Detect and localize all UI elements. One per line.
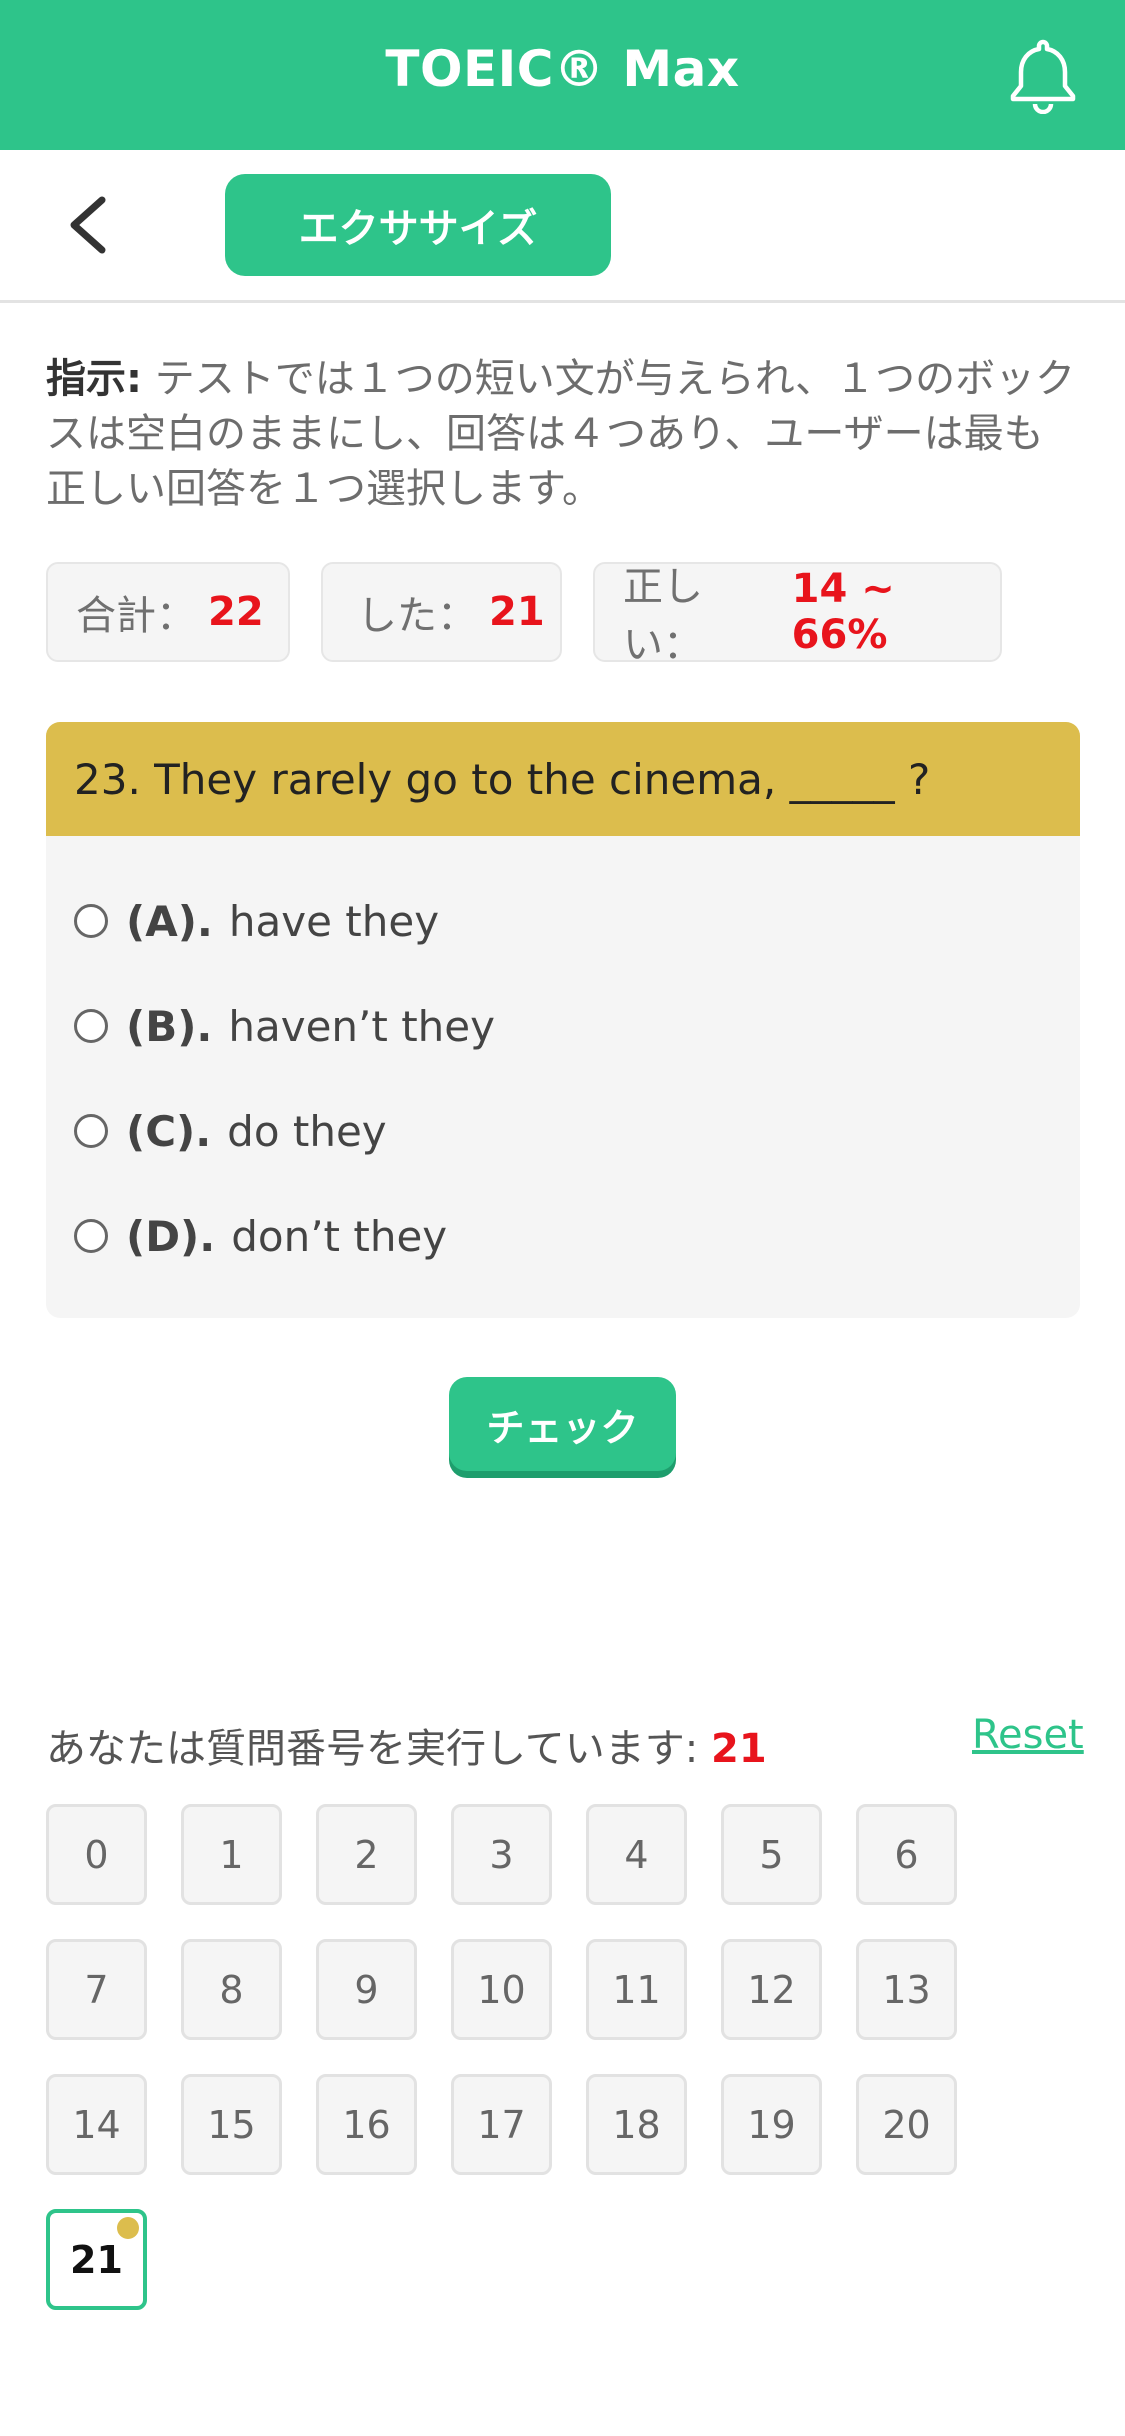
sub-navigation: エクササイズ: [0, 150, 1125, 303]
question-number-button[interactable]: 14: [46, 2074, 147, 2175]
progress-label: あなたは質問番号を実行しています:: [46, 1726, 711, 1772]
chevron-left-icon[interactable]: [62, 194, 114, 256]
question-number-label: 6: [894, 1832, 919, 1877]
instructions-text: テストでは１つの短い文が与えられ、１つのボックスは空白のままにし、回答は４つあり…: [46, 356, 1076, 512]
stat-label: 正しい：: [623, 564, 703, 668]
stat-label: 合計：: [76, 593, 196, 639]
option-text: don’t they: [231, 1211, 448, 1261]
question-number-label: 12: [747, 1967, 796, 2012]
question-number-button[interactable]: 6: [856, 1804, 957, 1905]
radio-button[interactable]: [74, 1114, 108, 1148]
radio-button[interactable]: [74, 904, 108, 938]
question-number-button[interactable]: 5: [721, 1804, 822, 1905]
question-number-button[interactable]: 1: [181, 1804, 282, 1905]
radio-button[interactable]: [74, 1009, 108, 1043]
radio-button[interactable]: [74, 1219, 108, 1253]
app-title: TOEIC® Max: [385, 40, 740, 98]
option-text: do they: [227, 1106, 387, 1156]
current-indicator-dot: [117, 2217, 139, 2239]
question-number-button[interactable]: 3: [451, 1804, 552, 1905]
option-c[interactable]: (C). do they: [74, 1096, 387, 1166]
bell-icon[interactable]: [1008, 38, 1078, 114]
question-number-button[interactable]: 4: [586, 1804, 687, 1905]
instructions: 指示: テストでは１つの短い文が与えられ、１つのボックスは空白のままにし、回答は…: [46, 352, 1076, 517]
option-a[interactable]: (A). have they: [74, 886, 439, 956]
question-number-label: 2: [354, 1832, 379, 1877]
question-number-button[interactable]: 17: [451, 2074, 552, 2175]
option-d[interactable]: (D). don’t they: [74, 1201, 447, 1271]
question-number-label: 21: [70, 2237, 123, 2282]
question-number-button[interactable]: 8: [181, 1939, 282, 2040]
question-number-label: 17: [477, 2102, 526, 2147]
question-number-button[interactable]: 15: [181, 2074, 282, 2175]
question-number-button[interactable]: 18: [586, 2074, 687, 2175]
option-letter: (B).: [126, 1001, 213, 1051]
question-text: 23. They rarely go to the cinema, _____ …: [46, 722, 1080, 836]
stat-value: 14 ~ 66%: [791, 566, 895, 658]
reset-link[interactable]: Reset: [972, 1712, 1084, 1758]
question-number-button[interactable]: 16: [316, 2074, 417, 2175]
question-number-button[interactable]: 19: [721, 2074, 822, 2175]
option-b[interactable]: (B). haven’t they: [74, 991, 495, 1061]
question-number-label: 20: [882, 2102, 931, 2147]
question-number-label: 13: [882, 1967, 931, 2012]
question-number-label: 19: [747, 2102, 796, 2147]
question-number-button[interactable]: 10: [451, 1939, 552, 2040]
question-number-grid: 0 1 2 3 4 5 6 7 8 9 10 11 12 13 14 15 16 17 18 19 20 21: [46, 1804, 1046, 2324]
question-number-label: 11: [612, 1967, 661, 2012]
question-number-button[interactable]: 11: [586, 1939, 687, 2040]
option-letter: (C).: [126, 1106, 212, 1156]
question-number-label: 16: [342, 2102, 391, 2147]
question-card: 23. They rarely go to the cinema, _____ …: [46, 722, 1080, 1318]
top-app-bar: TOEIC® Max: [0, 0, 1125, 150]
question-number-button[interactable]: 7: [46, 1939, 147, 2040]
option-text: have they: [228, 896, 440, 946]
question-number-label: 18: [612, 2102, 661, 2147]
stat-done: した： 21: [321, 562, 562, 662]
stat-correct: 正しい： 14 ~ 66%: [593, 562, 1002, 668]
option-letter: (D).: [126, 1211, 216, 1261]
question-number-button[interactable]: 20: [856, 2074, 957, 2175]
question-number-button[interactable]: 21: [46, 2209, 147, 2310]
question-number-button[interactable]: 0: [46, 1804, 147, 1905]
question-number-label: 5: [759, 1832, 784, 1877]
question-number-label: 8: [219, 1967, 244, 2012]
instructions-label: 指示:: [46, 356, 142, 402]
question-number-label: 14: [72, 2102, 121, 2147]
progress-current: 21: [711, 1726, 767, 1772]
stat-value: 22: [208, 589, 264, 635]
question-number-label: 7: [84, 1967, 109, 2012]
question-number-label: 1: [219, 1832, 244, 1877]
progress-text: あなたは質問番号を実行しています: 21: [46, 1716, 767, 1774]
option-text: haven’t they: [228, 1001, 495, 1051]
stat-total: 合計： 22: [46, 562, 290, 662]
question-number-label: 0: [84, 1832, 109, 1877]
question-number-button[interactable]: 2: [316, 1804, 417, 1905]
tab-exercise[interactable]: エクササイズ: [225, 174, 611, 276]
question-number-button[interactable]: 9: [316, 1939, 417, 2040]
question-number-label: 15: [207, 2102, 256, 2147]
stat-value: 21: [489, 589, 545, 635]
question-number-label: 4: [624, 1832, 649, 1877]
question-number-button[interactable]: 12: [721, 1939, 822, 2040]
question-number-button[interactable]: 13: [856, 1939, 957, 2040]
question-number-label: 10: [477, 1967, 526, 2012]
stat-label: した：: [357, 593, 477, 639]
check-button[interactable]: チェック: [449, 1377, 676, 1471]
option-letter: (A).: [126, 896, 213, 946]
question-number-label: 3: [489, 1832, 514, 1877]
question-number-label: 9: [354, 1967, 379, 2012]
